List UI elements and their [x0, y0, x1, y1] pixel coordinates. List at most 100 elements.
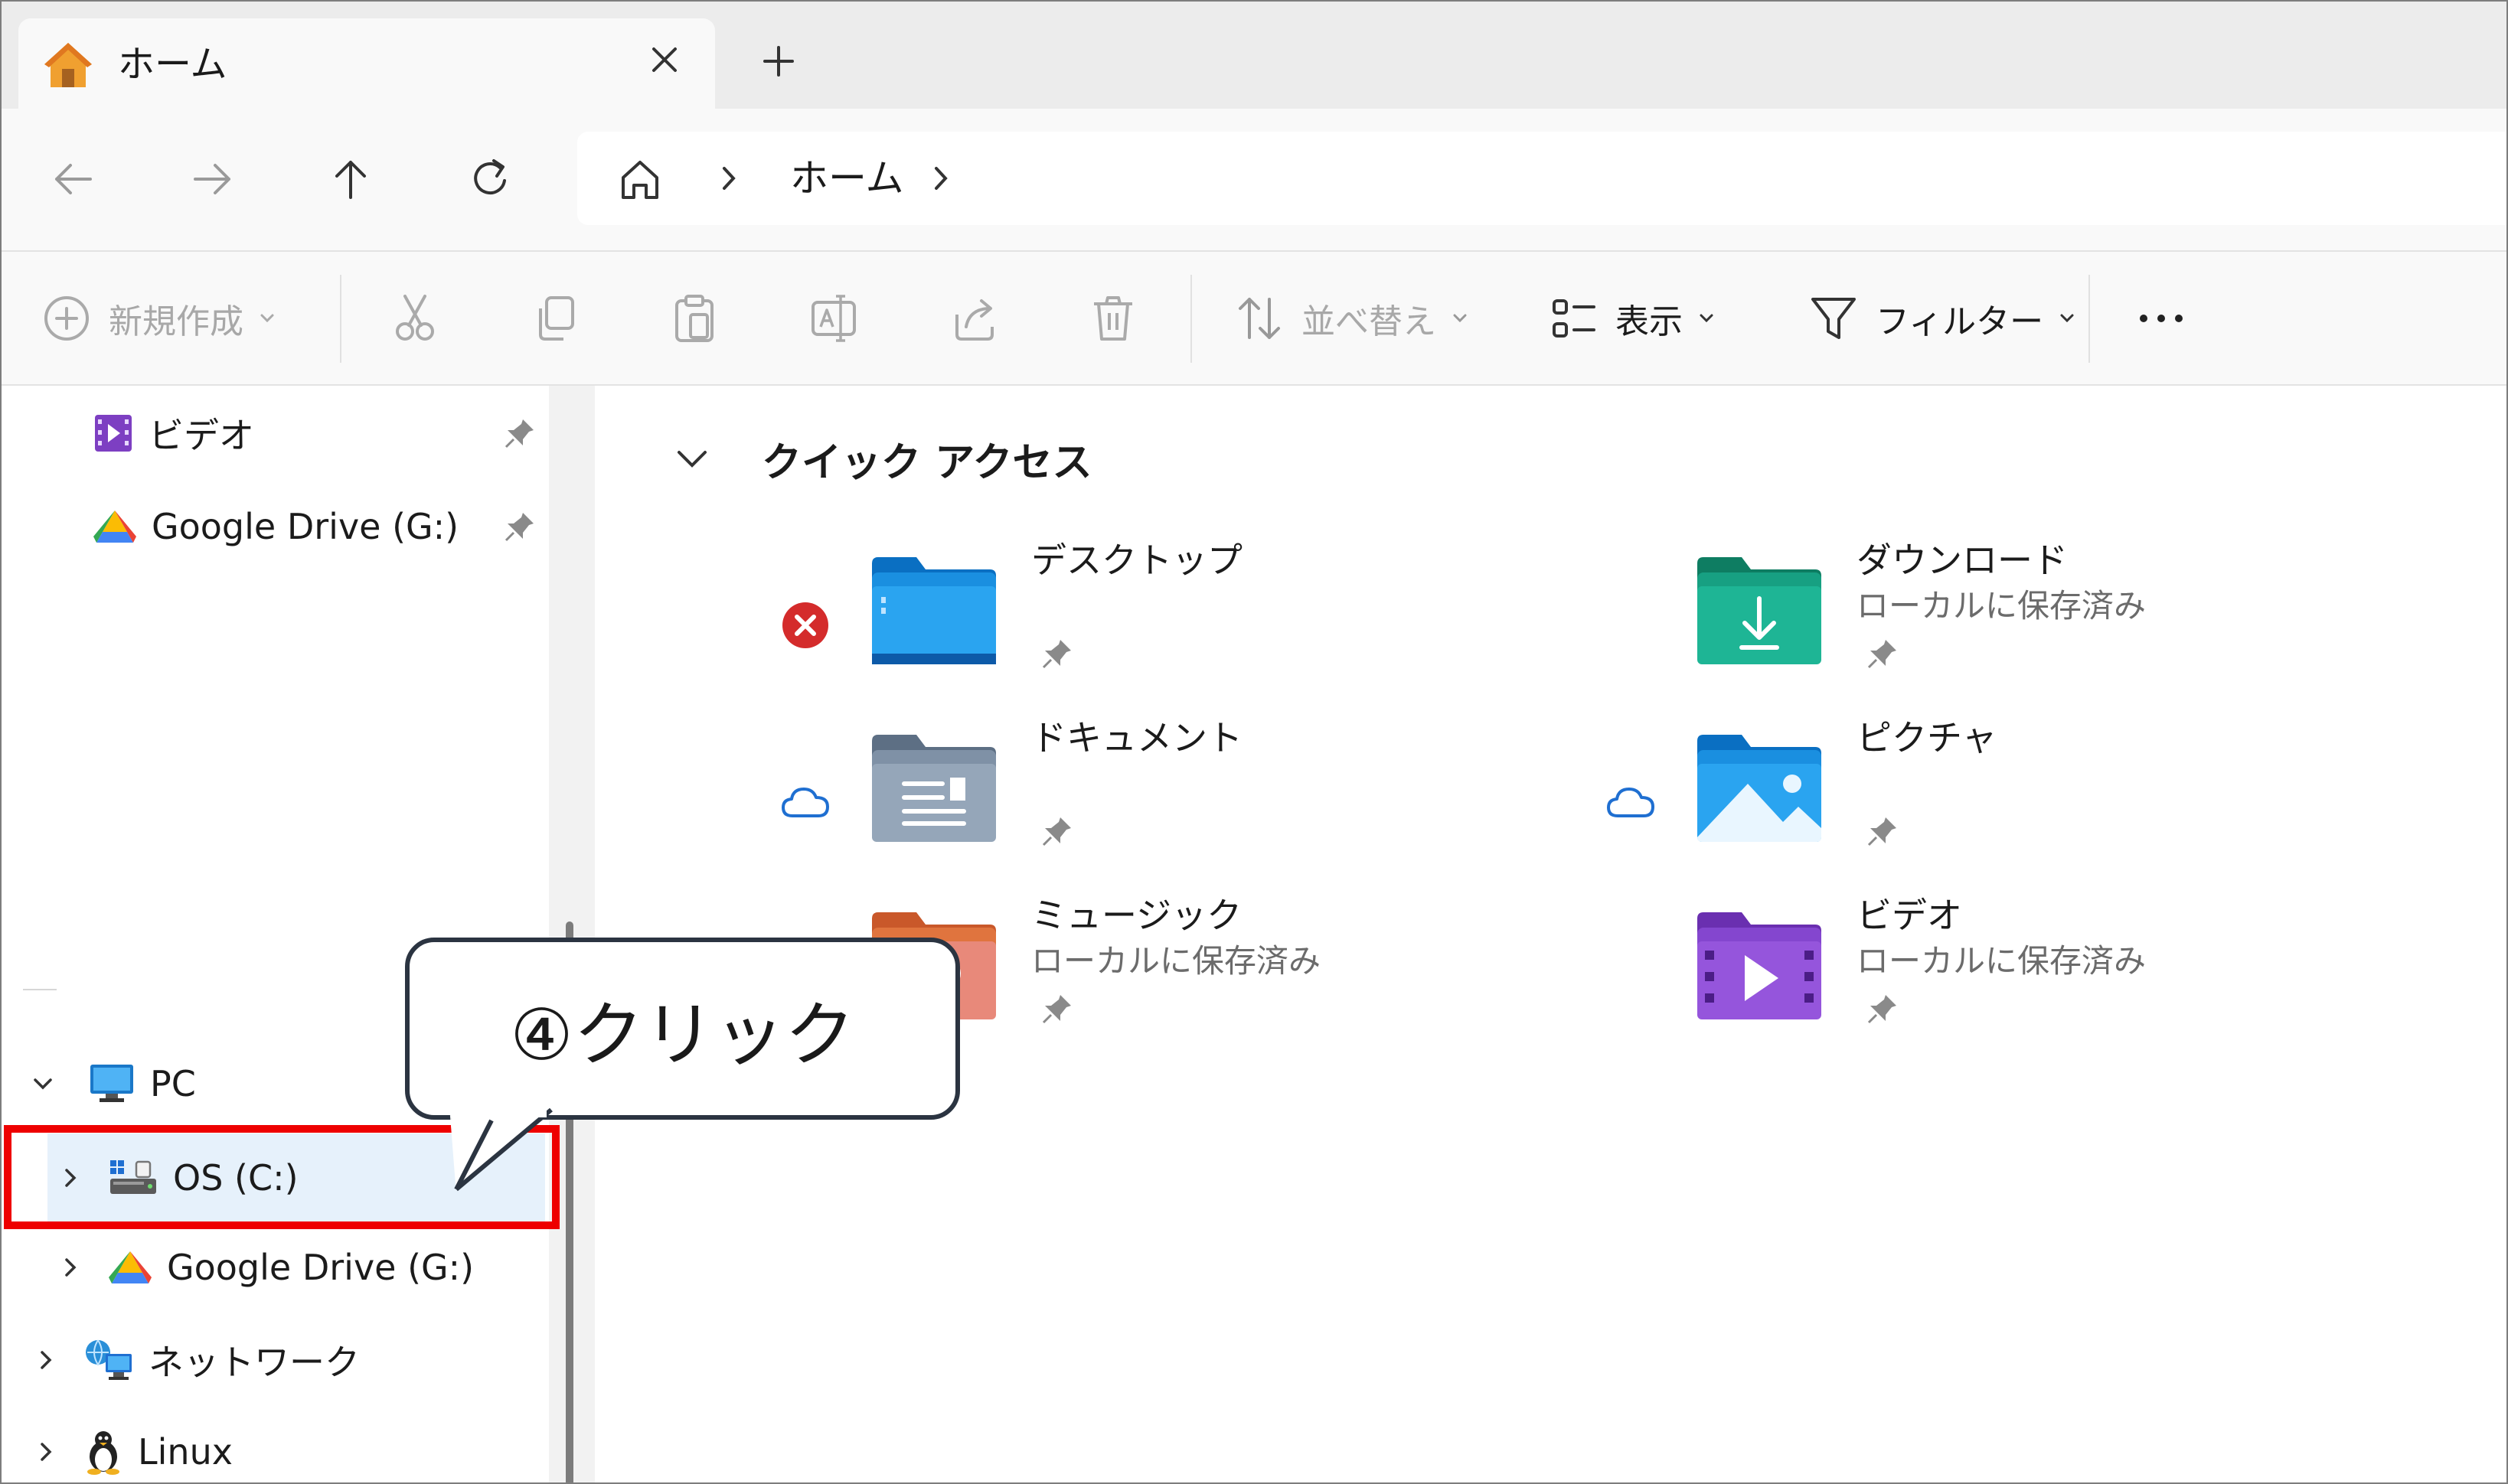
network-icon	[86, 1339, 132, 1380]
plus-circle-icon	[44, 296, 89, 341]
item-status-text: ローカルに保存済み	[1857, 942, 2147, 980]
item-name: ドキュメント	[1031, 717, 1243, 758]
desktop-folder-icon	[872, 557, 996, 664]
quick-access-item-videos[interactable]: ビデオ ローカルに保存済み	[1604, 895, 2369, 1076]
tab-title: ホーム	[118, 43, 227, 86]
pin-icon	[1042, 995, 1071, 1024]
item-name: ミュージック	[1031, 895, 1243, 936]
sidebar-item-pc[interactable]: PC	[28, 1042, 196, 1126]
share-button[interactable]	[948, 292, 1001, 345]
sidebar-item-network[interactable]: ネットワーク	[31, 1318, 360, 1402]
paste-button[interactable]	[668, 292, 721, 345]
item-status-text: ローカルに保存済み	[1031, 942, 1321, 980]
close-icon[interactable]	[642, 37, 687, 83]
callout-pointer	[449, 1104, 553, 1192]
arrow-left-icon[interactable]	[49, 155, 98, 204]
error-status-icon	[782, 602, 828, 648]
filter-label: フィルター	[1876, 302, 2044, 341]
sidebar-item-label: ビデオ	[149, 415, 254, 456]
sort-label: 並べ替え	[1301, 302, 1436, 341]
quick-access-item-downloads[interactable]: ダウンロード ローカルに保存済み	[1604, 540, 2369, 721]
sidebar-item-google-drive-pinned[interactable]: Google Drive (G:)	[93, 484, 459, 569]
google-drive-icon	[93, 510, 136, 543]
item-name: ダウンロード	[1857, 540, 2068, 581]
sidebar-item-label: Google Drive (G:)	[167, 1247, 475, 1288]
trash-icon	[1094, 296, 1132, 341]
pin-icon	[505, 513, 534, 542]
chevron-right-icon[interactable]	[31, 1437, 61, 1467]
pin-icon	[1867, 995, 1896, 1024]
item-name: デスクトップ	[1031, 540, 1243, 581]
item-status-text: ローカルに保存済み	[1857, 587, 2147, 625]
breadcrumb-home[interactable]: ホーム	[790, 153, 904, 204]
cut-button[interactable]	[388, 292, 442, 345]
cloud-icon	[1607, 788, 1654, 817]
sort-button[interactable]: 並べ替え	[1234, 292, 1471, 345]
callout-bubble: ④クリック	[405, 938, 960, 1120]
sidebar-item-label: Linux	[138, 1431, 233, 1473]
pin-icon	[505, 419, 534, 448]
copy-icon	[539, 296, 574, 341]
divider	[23, 989, 57, 990]
item-name: ビデオ	[1857, 895, 1962, 936]
documents-folder-icon	[872, 735, 996, 842]
new-button[interactable]: 新規作成	[41, 292, 279, 345]
quick-access-header[interactable]: クイック アクセス	[671, 430, 1092, 488]
sidebar-item-videos[interactable]: ビデオ	[93, 391, 254, 475]
view-label: 表示	[1615, 302, 1683, 341]
quick-access-item-desktop[interactable]: デスクトップ	[779, 540, 1544, 721]
chevron-right-icon[interactable]	[926, 159, 956, 197]
videos-folder-icon	[1697, 912, 1821, 1019]
delete-button[interactable]	[1086, 292, 1140, 345]
pin-icon	[1042, 640, 1071, 669]
sidebar-scrollbar[interactable]	[549, 386, 595, 1482]
arrow-up-icon[interactable]	[326, 155, 375, 204]
filter-button[interactable]: フィルター	[1808, 292, 2079, 345]
arrow-right-icon[interactable]	[188, 155, 237, 204]
sidebar-item-google-drive[interactable]: Google Drive (G:)	[55, 1225, 474, 1310]
navigation-pane: ビデオ Google Drive (G:) PC OS (C:) Google …	[2, 386, 549, 1482]
chevron-down-icon	[260, 314, 274, 323]
sidebar-item-linux[interactable]: Linux	[31, 1410, 233, 1482]
divider	[1190, 275, 1192, 363]
cloud-icon	[782, 788, 829, 817]
rename-icon	[812, 295, 856, 342]
more-options-button[interactable]	[2134, 292, 2188, 345]
quick-access-item-documents[interactable]: ドキュメント	[779, 717, 1544, 899]
pin-icon	[1042, 817, 1071, 846]
computer-icon	[90, 1065, 133, 1102]
content-pane: クイック アクセス デスクトップ ダウンロード ローカルに保存済み ドキュメント…	[595, 386, 2506, 1482]
filter-icon	[1811, 298, 1856, 339]
command-bar: 新規作成 並べ替え 表示 フィルター	[2, 252, 2506, 386]
share-icon	[955, 299, 994, 341]
home-icon[interactable]	[616, 155, 665, 204]
view-button[interactable]: 表示	[1548, 292, 1718, 345]
plus-icon[interactable]	[756, 38, 802, 84]
chevron-right-icon[interactable]	[714, 159, 744, 197]
chevron-right-icon[interactable]	[55, 1252, 86, 1283]
tab-bar: ホーム	[2, 2, 2506, 109]
sidebar-item-label: Google Drive (G:)	[152, 506, 459, 547]
scissors-icon	[396, 295, 434, 341]
new-label: 新規作成	[109, 302, 243, 341]
divider	[2088, 275, 2090, 363]
chevron-down-icon[interactable]	[28, 1068, 58, 1099]
rename-button[interactable]	[807, 292, 860, 345]
pin-icon	[1867, 640, 1896, 669]
tab-home[interactable]: ホーム	[18, 18, 715, 109]
google-drive-icon	[109, 1251, 152, 1283]
refresh-icon[interactable]	[466, 155, 515, 204]
chevron-down-icon	[2060, 314, 2074, 323]
chevron-right-icon[interactable]	[31, 1345, 61, 1375]
copy-button[interactable]	[528, 292, 582, 345]
view-list-icon	[1553, 299, 1595, 338]
linux-penguin-icon	[87, 1431, 119, 1475]
chevron-down-icon[interactable]	[671, 439, 713, 480]
quick-access-item-pictures[interactable]: ピクチャ	[1604, 717, 2369, 899]
callout-text: ④クリック	[510, 993, 855, 1076]
address-bar[interactable]: ホーム	[577, 132, 2506, 225]
divider	[340, 275, 341, 363]
sort-icon	[1239, 298, 1280, 339]
item-name: ピクチャ	[1857, 717, 1997, 758]
chevron-down-icon	[1700, 314, 1713, 323]
